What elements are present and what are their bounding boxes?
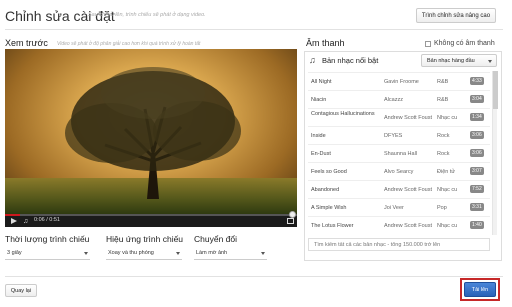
progress-bar[interactable] <box>5 214 297 216</box>
track-genre: Rock <box>437 151 450 157</box>
track-duration: 3:07 <box>470 167 484 175</box>
track-artist: Joi Veer <box>384 205 404 211</box>
track-row[interactable]: Abandoned Andrew Scott Foust Nhạc cu 7:52 <box>308 180 490 198</box>
video-time: 0:06 / 0:51 <box>34 217 60 223</box>
track-artist: DFYES <box>384 133 403 139</box>
featured-tracks-label: Bản nhạc nổi bật <box>322 56 379 65</box>
track-row[interactable]: Niacin Alcazzz R&B 3:04 <box>308 90 490 108</box>
track-duration: 3:06 <box>470 131 484 139</box>
track-artist: Andrew Scott Foust <box>384 187 432 193</box>
track-genre: R&B <box>437 79 449 85</box>
duration-label: Thời lượng trình chiếu <box>5 234 90 244</box>
no-audio-label[interactable]: Không có âm thanh <box>434 40 495 47</box>
track-duration: 3:04 <box>470 95 484 103</box>
duration-value: 3 giây <box>7 250 22 256</box>
track-artist: Gavin Froome <box>384 79 419 85</box>
chevron-down-icon <box>176 252 180 255</box>
effect-value: Xoay và thu phóng <box>108 250 154 256</box>
track-name: Niacin <box>311 97 327 103</box>
sort-dropdown-label: Bản nhạc hàng đầu <box>427 57 475 64</box>
tree-image <box>65 67 241 199</box>
fullscreen-icon[interactable] <box>287 218 294 224</box>
track-row[interactable]: Feels so Good Alvo Searcy Điện tử 3:07 <box>308 162 490 180</box>
track-duration: 7:52 <box>470 185 484 193</box>
track-duration: 3:31 <box>470 203 484 211</box>
track-name: All Night <box>311 79 332 85</box>
play-icon[interactable] <box>11 218 17 224</box>
advanced-editor-button[interactable]: Trình chỉnh sửa nâng cao <box>416 8 496 23</box>
volume-scrubber[interactable] <box>289 211 296 218</box>
track-artist: Alvo Searcy <box>384 169 414 175</box>
sort-dropdown[interactable]: Bản nhạc hàng đầu <box>421 54 497 67</box>
track-name: Feels so Good <box>311 169 347 175</box>
progress-fill <box>5 214 20 216</box>
track-name: Contagious Hallucinations <box>311 111 375 117</box>
effect-select[interactable]: Xoay và thu phóng <box>106 247 182 260</box>
video-player[interactable] <box>5 49 297 227</box>
track-row[interactable]: En-Dust Shaunna Hall Rock 3:06 <box>308 144 490 162</box>
track-duration: 1:34 <box>470 113 484 121</box>
track-artist: Alcazzz <box>384 97 403 103</box>
track-genre: Nhạc cu <box>437 187 458 193</box>
effect-label: Hiệu ứng trình chiếu <box>106 234 184 244</box>
audio-label: Âm thanh <box>306 38 345 48</box>
upload-button[interactable]: Tải lên <box>464 282 496 297</box>
footer-divider <box>5 276 503 277</box>
track-name: The Lotus Flower <box>311 223 354 229</box>
track-name: A Simple Wish <box>311 205 347 211</box>
track-list-scrollbar[interactable] <box>492 71 498 235</box>
track-row[interactable]: All Night Gavin Froome R&B 4:33 <box>308 72 490 90</box>
upload-highlight: Tải lên <box>460 278 500 301</box>
track-artist: Shaunna Hall <box>384 151 418 157</box>
transition-label: Chuyển đổi <box>194 234 238 244</box>
no-audio-checkbox[interactable] <box>425 41 431 47</box>
preview-note: Video sẽ phát ở độ phân giải cao hơn khi… <box>57 41 201 47</box>
chevron-down-icon <box>261 252 265 255</box>
track-genre: Pop <box>437 205 447 211</box>
track-row[interactable]: Contagious Hallucinations Andrew Scott Fo… <box>308 108 490 126</box>
track-duration: 1:40 <box>470 221 484 229</box>
duration-select[interactable]: 3 giây <box>5 247 90 260</box>
track-row[interactable]: A Simple Wish Joi Veer Pop 3:31 <box>308 198 490 216</box>
chevron-down-icon <box>488 60 492 63</box>
track-name: En-Dust <box>311 151 331 157</box>
volume-icon[interactable]: ♫ <box>23 218 30 225</box>
music-note-icon: ♫ <box>309 55 316 65</box>
track-genre: Nhạc cu <box>437 223 458 229</box>
video-frame[interactable] <box>5 49 297 214</box>
transition-value: Làm mờ ảnh <box>196 250 228 256</box>
track-search-input[interactable] <box>308 238 490 251</box>
track-duration: 4:33 <box>470 77 484 85</box>
chevron-down-icon <box>84 252 88 255</box>
track-row[interactable]: Inside DFYES Rock 3:06 <box>308 126 490 144</box>
track-artist: Andrew Scott Foust <box>384 115 432 121</box>
track-name: Abandoned <box>311 187 340 193</box>
header-divider <box>5 29 503 30</box>
title-note: Sau khi tải lên, trình chiếu sẽ phát ở d… <box>88 12 206 18</box>
track-duration: 3:06 <box>470 149 484 157</box>
track-name: Inside <box>311 133 326 139</box>
scrollbar-thumb[interactable] <box>493 71 498 109</box>
track-artist: Andrew Scott Foust <box>384 223 432 229</box>
transition-select[interactable]: Làm mờ ảnh <box>194 247 267 260</box>
track-genre: R&B <box>437 97 449 103</box>
track-row[interactable]: The Lotus Flower Andrew Scott Foust Nhạc c… <box>308 216 490 234</box>
track-genre: Rock <box>437 133 450 139</box>
track-genre: Nhạc cu <box>437 115 458 121</box>
preview-label: Xem trước <box>5 38 48 48</box>
track-genre: Điện tử <box>437 169 456 175</box>
back-button[interactable]: Quay lại <box>5 284 37 297</box>
